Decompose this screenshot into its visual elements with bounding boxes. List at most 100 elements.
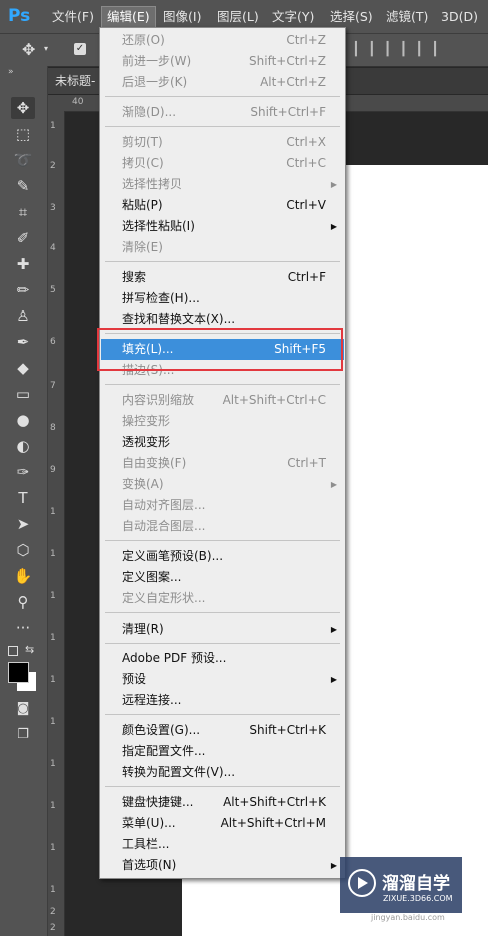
gradient-icon[interactable]: ▭	[11, 383, 35, 405]
path-select-icon[interactable]: ➤	[11, 513, 35, 535]
menu-item-perspective-warp[interactable]: 透视变形	[101, 432, 344, 453]
menu-separator	[105, 384, 340, 385]
menu-item-search[interactable]: 搜索 Ctrl+F	[101, 267, 344, 288]
zoom-icon[interactable]: ⚲	[11, 591, 35, 613]
menu-item-presets[interactable]: 预设 ▶	[101, 669, 344, 690]
brush-icon[interactable]: ✏	[11, 279, 35, 301]
menu-type[interactable]: 文字(Y)	[267, 7, 319, 27]
menu-item-color-settings[interactable]: 颜色设置(G)... Shift+Ctrl+K	[101, 720, 344, 741]
menu-item-free-transform[interactable]: 自由变换(F) Ctrl+T	[101, 453, 344, 474]
photoshop-logo[interactable]: Ps	[8, 4, 34, 28]
eraser-icon[interactable]: ◆	[11, 357, 35, 379]
menu-item-find-replace[interactable]: 查找和替换文本(X)...	[101, 309, 344, 330]
menu-item-check-spelling[interactable]: 拼写检查(H)...	[101, 288, 344, 309]
ruler-tick-label: 1	[50, 759, 56, 769]
dropdown-arrow-icon[interactable]: ▾	[44, 44, 48, 53]
watermark-url: jingyan.baidu.com	[371, 913, 445, 922]
collapse-icon[interactable]: »	[8, 67, 14, 77]
menu-item-convert-profile[interactable]: 转换为配置文件(V)...	[101, 762, 344, 783]
healing-icon[interactable]: ✚	[11, 253, 35, 275]
menu-file[interactable]: 文件(F)	[47, 7, 99, 27]
menu-item-keyboard-shortcuts[interactable]: 键盘快捷键... Alt+Shift+Ctrl+K	[101, 792, 344, 813]
menu-item-copy-special[interactable]: 选择性拷贝 ▶	[101, 174, 344, 195]
move-tool-preset-icon[interactable]: ✥	[22, 40, 35, 59]
menu-item-content-aware-scale[interactable]: 内容识别缩放 Alt+Shift+Ctrl+C	[101, 390, 344, 411]
ruler-tick-label: 1	[50, 633, 56, 643]
menu-filter[interactable]: 滤镜(T)	[381, 7, 433, 27]
swap-colors-icon[interactable]: ⇆	[25, 643, 34, 656]
menu-item-toolbar[interactable]: 工具栏...	[101, 834, 344, 855]
menu-item-define-pattern[interactable]: 定义图案...	[101, 567, 344, 588]
menu-select[interactable]: 选择(S)	[325, 7, 378, 27]
submenu-arrow-icon: ▶	[330, 480, 337, 489]
stamp-icon[interactable]: ♙	[11, 305, 35, 327]
menu-separator	[105, 786, 340, 787]
menu-edit[interactable]: 编辑(E)	[101, 6, 156, 28]
ruler-tick-label: 6	[50, 337, 56, 347]
marquee-icon[interactable]: ⬚	[11, 123, 35, 145]
menu-item-define-shape[interactable]: 定义自定形状...	[101, 588, 344, 609]
menu-item-clear[interactable]: 清除(E)	[101, 237, 344, 258]
auto-select-checkbox[interactable]: ✓	[74, 43, 86, 55]
submenu-arrow-icon: ▶	[330, 625, 337, 634]
ruler-tick-label: 4	[50, 243, 56, 253]
ruler-tick-label: 1	[50, 591, 56, 601]
menu-item-step-backward[interactable]: 后退一步(K) Alt+Ctrl+Z	[101, 72, 344, 93]
menu-item-define-brush[interactable]: 定义画笔预设(B)...	[101, 546, 344, 567]
submenu-arrow-icon: ▶	[330, 675, 337, 684]
menu-item-undo[interactable]: 还原(O) Ctrl+Z	[101, 30, 344, 51]
ruler-tick-label: 3	[50, 203, 56, 213]
shape-icon[interactable]: ⬡	[11, 539, 35, 561]
menu-item-step-forward[interactable]: 前进一步(W) Shift+Ctrl+Z	[101, 51, 344, 72]
menu-item-assign-profile[interactable]: 指定配置文件...	[101, 741, 344, 762]
more-icon[interactable]: ···	[11, 617, 35, 639]
menu-item-cut[interactable]: 剪切(T) Ctrl+X	[101, 132, 344, 153]
menu-item-transform[interactable]: 变换(A) ▶	[101, 474, 344, 495]
ruler-tick-label: 8	[50, 423, 56, 433]
screen-mode-icon[interactable]: ❐	[11, 724, 35, 746]
menu-item-remote-connections[interactable]: 远程连接...	[101, 690, 344, 711]
eyedropper-icon[interactable]: ✐	[11, 227, 35, 249]
menu-item-auto-align[interactable]: 自动对齐图层...	[101, 495, 344, 516]
pen-icon[interactable]: ✑	[11, 461, 35, 483]
menu-item-fade[interactable]: 渐隐(D)... Shift+Ctrl+F	[101, 102, 344, 123]
align-icons[interactable]: ┃┃┃┃┃┃	[352, 42, 447, 57]
menu-layer[interactable]: 图层(L)	[212, 7, 264, 27]
reset-colors-icon[interactable]	[8, 646, 18, 656]
submenu-arrow-icon: ▶	[330, 222, 337, 231]
menu-item-paste-special[interactable]: 选择性粘贴(I) ▶	[101, 216, 344, 237]
watermark-play-icon	[348, 869, 376, 897]
foreground-color-swatch[interactable]	[8, 662, 29, 683]
type-icon[interactable]: T	[11, 487, 35, 509]
move-icon[interactable]: ✥	[11, 97, 35, 119]
menu-item-auto-blend[interactable]: 自动混合图层...	[101, 516, 344, 537]
ruler-tick-label: 1	[50, 717, 56, 727]
blur-icon[interactable]: ●	[11, 409, 35, 431]
ruler-tick-label: 2	[50, 907, 56, 917]
ruler-tick-label: 2	[50, 161, 56, 171]
menu-item-puppet-warp[interactable]: 操控变形	[101, 411, 344, 432]
history-brush-icon[interactable]: ✒	[11, 331, 35, 353]
ruler-tick-label: 1	[50, 843, 56, 853]
ruler-tick-label: 1	[50, 675, 56, 685]
menu-item-paste[interactable]: 粘贴(P) Ctrl+V	[101, 195, 344, 216]
menu-item-menus[interactable]: 菜单(U)... Alt+Shift+Ctrl+M	[101, 813, 344, 834]
menu-item-purge[interactable]: 清理(R) ▶	[101, 619, 344, 640]
edit-menu-dropdown: 还原(O) Ctrl+Z 前进一步(W) Shift+Ctrl+Z 后退一步(K) A…	[99, 27, 346, 879]
menu-item-pdf-presets[interactable]: Adobe PDF 预设...	[101, 648, 344, 669]
ruler-tick-label: 1	[50, 549, 56, 559]
menu-item-preferences[interactable]: 首选项(N) ▶	[101, 855, 344, 876]
watermark-subtitle: ZIXUE.3D66.COM	[383, 894, 453, 903]
quick-select-icon[interactable]: ✎	[11, 175, 35, 197]
hand-icon[interactable]: ✋	[11, 565, 35, 587]
menu-3d[interactable]: 3D(D)	[436, 7, 483, 27]
crop-icon[interactable]: ⌗	[11, 201, 35, 223]
ruler-tick-label: 5	[50, 285, 56, 295]
quick-mask-icon[interactable]: ◙	[11, 698, 35, 720]
ruler-tick-label: 7	[50, 381, 56, 391]
lasso-icon[interactable]: ➰	[11, 149, 35, 171]
menu-image[interactable]: 图像(I)	[158, 7, 206, 27]
dodge-icon[interactable]: ◐	[11, 435, 35, 457]
menu-item-copy[interactable]: 拷贝(C) Ctrl+C	[101, 153, 344, 174]
ruler-tick-label: 1	[50, 801, 56, 811]
